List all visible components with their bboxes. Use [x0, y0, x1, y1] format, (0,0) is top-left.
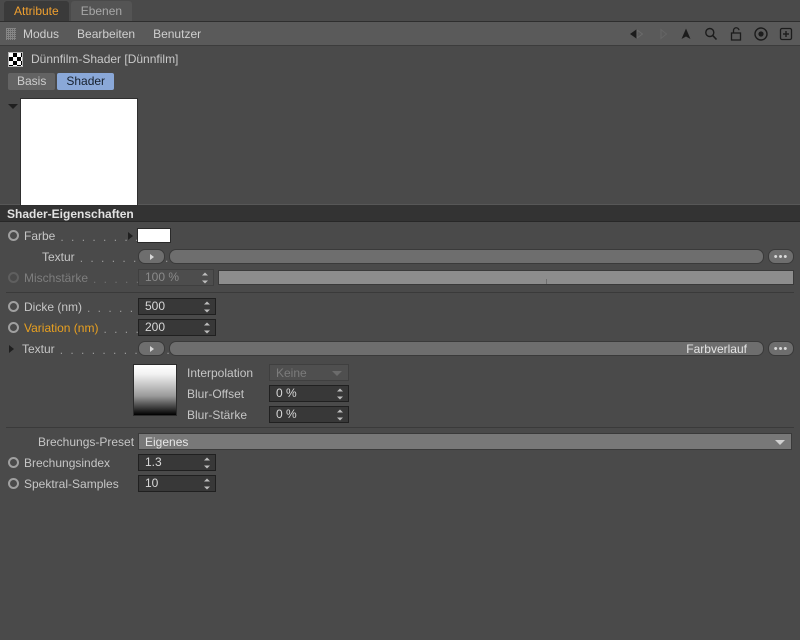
label-textur-2: Textur [22, 341, 55, 356]
animation-track-icon[interactable] [8, 272, 19, 283]
grip-handle-icon[interactable] [6, 27, 16, 40]
label-spektral-samples: Spektral-Samples [24, 476, 119, 491]
spinner-icon[interactable] [336, 388, 343, 399]
interpolation-value: Keine [276, 365, 307, 380]
section-header-shader-properties[interactable]: Shader-Eigenschaften [0, 204, 800, 222]
variation-value: 200 [145, 320, 166, 334]
tab-basis[interactable]: Basis [8, 73, 56, 90]
texture-menu-button-2[interactable] [138, 341, 165, 356]
label-farbe: Farbe [24, 228, 56, 243]
color-swatch-farbe[interactable] [137, 228, 171, 243]
label-dicke: Dicke (nm) [24, 299, 83, 314]
toolbar-icon-group [628, 22, 794, 46]
menu-item-benutzer[interactable]: Benutzer [153, 27, 201, 41]
row-mischstaerke: Mischstärke . . . . . . 100 % [0, 267, 800, 288]
tab-shader[interactable]: Shader [57, 73, 115, 90]
blur-offset-field[interactable]: 0 % [269, 385, 349, 402]
label-mischstaerke: Mischstärke [24, 270, 89, 285]
label-interpolation: Interpolation [187, 365, 254, 380]
add-icon[interactable] [778, 26, 794, 42]
mischstaerke-value: 100 % [145, 270, 180, 284]
variation-value-field[interactable]: 200 [138, 319, 216, 336]
spinner-icon[interactable] [203, 478, 210, 489]
divider [6, 292, 794, 293]
search-icon[interactable] [703, 26, 719, 42]
divider [6, 427, 794, 428]
spinner-icon[interactable] [203, 457, 210, 468]
animation-track-icon[interactable] [8, 478, 19, 489]
label-brechungs-preset: Brechungs-Preset [38, 434, 135, 449]
label-blur-offset: Blur-Offset [187, 386, 245, 401]
lock-icon[interactable] [728, 26, 744, 42]
slider-tick [546, 279, 548, 284]
gradient-settings-block: Interpolation Keine Blur-Offset 0 % Blur… [0, 363, 800, 423]
page-title: Dünnfilm-Shader [Dünnfilm] [31, 52, 179, 66]
spektral-samples-field[interactable]: 10 [138, 475, 216, 492]
gradient-preview[interactable] [133, 364, 177, 416]
brechungs-preset-dropdown[interactable]: Eigenes [138, 433, 792, 450]
track-spacer [8, 251, 19, 262]
texture-field-1[interactable] [169, 249, 764, 264]
back-arrow-icon[interactable] [628, 26, 644, 42]
animation-track-icon[interactable] [8, 457, 19, 468]
menu-item-bearbeiten[interactable]: Bearbeiten [77, 27, 135, 41]
target-icon[interactable] [753, 26, 769, 42]
brechungs-preset-value: Eigenes [145, 434, 189, 449]
row-farbe: Farbe . . . . . . . . . [0, 225, 800, 246]
row-textur-farbe: Textur . . . . . . . . . . ••• [0, 246, 800, 267]
attribute-manager-window: Attribute Ebenen Modus Bearbeiten Benutz… [0, 0, 800, 640]
preview-area [0, 94, 800, 206]
interpolation-dropdown[interactable]: Keine [269, 364, 349, 381]
animation-track-icon[interactable] [8, 301, 19, 312]
spinner-icon[interactable] [203, 322, 210, 333]
row-brechungs-preset: Brechungs-Preset Eigenes [0, 431, 800, 452]
label-blur-staerke: Blur-Stärke [187, 407, 248, 422]
triangle-down-icon[interactable] [8, 104, 18, 109]
dicke-value-field[interactable]: 500 [138, 298, 216, 315]
spinner-icon[interactable] [201, 272, 208, 283]
texture-field-2[interactable]: Farbverlauf [169, 341, 764, 356]
row-spektral-samples: Spektral-Samples 10 [0, 473, 800, 494]
tab-attribute[interactable]: Attribute [4, 1, 69, 21]
spinner-icon[interactable] [203, 301, 210, 312]
blur-staerke-value: 0 % [276, 407, 297, 421]
row-textur-gradient: Textur . . . . . . . . . . . Farbverlauf… [0, 338, 800, 359]
row-dicke: Dicke (nm) . . . . . . . 500 [0, 296, 800, 317]
spinner-icon[interactable] [336, 409, 343, 420]
shader-preview[interactable] [20, 98, 138, 206]
checkerboard-shader-icon [8, 51, 23, 67]
forward-arrow-icon[interactable] [653, 26, 669, 42]
row-variation: Variation (nm) . . . . 200 [0, 317, 800, 338]
tab-ebenen[interactable]: Ebenen [70, 1, 133, 21]
label-variation: Variation (nm) [24, 320, 99, 335]
animation-track-icon[interactable] [8, 322, 19, 333]
row-brechungsindex: Brechungsindex 1.3 [0, 452, 800, 473]
panel-tab-strip: Attribute Ebenen [0, 0, 800, 22]
menu-item-modus[interactable]: Modus [23, 27, 59, 41]
mischstaerke-slider[interactable] [218, 270, 794, 285]
chevron-down-icon [332, 370, 342, 376]
brechungsindex-value: 1.3 [145, 455, 162, 469]
track-spacer [8, 436, 19, 447]
texture-menu-button-1[interactable] [138, 249, 165, 264]
leader-dots: . . . . [103, 321, 141, 336]
menu-bar: Modus Bearbeiten Benutzer [0, 22, 800, 46]
animation-track-icon[interactable] [8, 230, 19, 241]
triangle-right-icon[interactable] [128, 231, 133, 240]
spektral-samples-value: 10 [145, 476, 159, 490]
shader-tab-group: Basis Shader [0, 73, 800, 90]
texture-browse-button-2[interactable]: ••• [768, 341, 794, 356]
object-header: Dünnfilm-Shader [Dünnfilm] [0, 48, 800, 70]
label-brechungsindex: Brechungsindex [24, 455, 111, 470]
dicke-value: 500 [145, 299, 166, 313]
blur-staerke-field[interactable]: 0 % [269, 406, 349, 423]
blur-offset-value: 0 % [276, 386, 297, 400]
mischstaerke-value-field[interactable]: 100 % [138, 269, 214, 286]
brechungsindex-field[interactable]: 1.3 [138, 454, 216, 471]
up-arrow-icon[interactable] [678, 26, 694, 42]
label-textur-1: Textur [42, 249, 75, 264]
chevron-down-icon [775, 439, 785, 445]
texture-browse-button-1[interactable]: ••• [768, 249, 794, 264]
triangle-right-icon[interactable] [9, 344, 14, 353]
